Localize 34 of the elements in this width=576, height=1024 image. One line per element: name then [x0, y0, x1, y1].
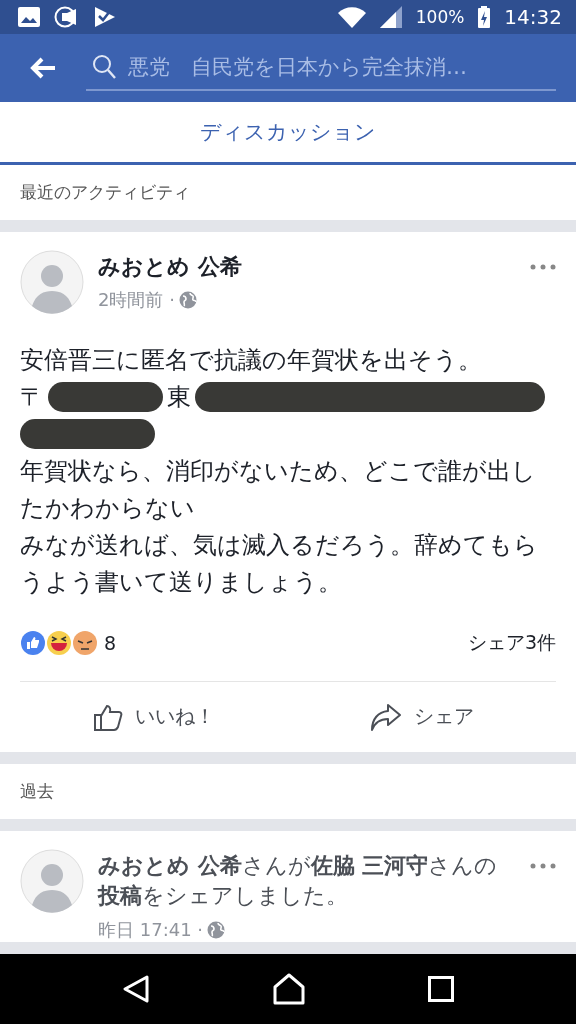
more-options-icon[interactable]: [530, 263, 556, 270]
share-arrow-icon: [370, 701, 402, 732]
wifi-icon: [337, 5, 366, 28]
clock: 14:32: [504, 4, 562, 29]
globe-icon: [178, 290, 197, 309]
image-icon: [18, 6, 40, 27]
post-time: 2時間前 ·: [98, 287, 175, 312]
author-name[interactable]: みおとめ 公希: [98, 251, 516, 282]
check-icon: [94, 5, 116, 28]
reaction-icons[interactable]: [20, 629, 98, 656]
post-text: 年賀状なら、消印がないため、どこで誰が出したかわからない: [20, 455, 537, 524]
globe-icon: [207, 921, 226, 940]
battery-charging-icon: [478, 5, 491, 28]
search-icon: [92, 53, 116, 80]
post-time: 昨日 17:41 ·: [98, 918, 204, 943]
reaction-count: 8: [104, 631, 117, 654]
post-text: 安倍晋三に匿名で抗議の年賀状を出そう。: [20, 344, 483, 376]
section-heading: 最近のアクティビティ: [0, 164, 576, 232]
section-heading: 過去: [0, 763, 576, 831]
recents-icon[interactable]: [428, 976, 455, 1003]
post-text: 〒: [20, 381, 44, 413]
post-text: 東: [167, 381, 191, 413]
signal-icon: [379, 5, 402, 28]
tab[interactable]: ディスカッション: [0, 101, 576, 162]
back-icon[interactable]: [121, 974, 150, 1005]
like-button[interactable]: いいね！: [20, 681, 288, 752]
back-arrow-icon[interactable]: [30, 56, 56, 79]
share-count[interactable]: シェア3件: [467, 629, 556, 656]
more-options-icon[interactable]: [530, 862, 556, 869]
post-text: みなが送れば、気は滅入るだろう。辞めてもらうよう書いて送りましょう。: [20, 529, 539, 598]
home-icon[interactable]: [273, 973, 305, 1006]
share-button[interactable]: シェア: [288, 681, 556, 752]
battery-percent: 100%: [415, 6, 465, 27]
post-headline: みおとめ 公希さんが佐脇 三河守さんの投稿をシェアしました。: [98, 851, 499, 911]
